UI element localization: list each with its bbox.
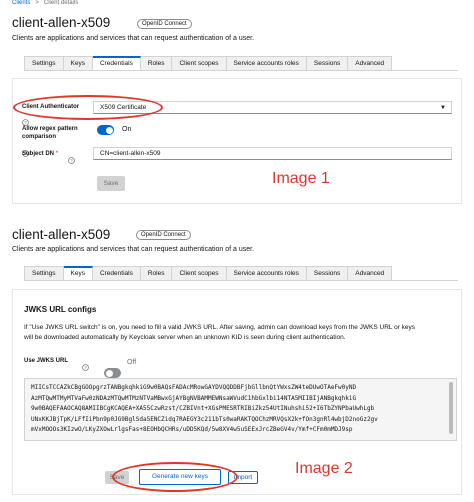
subject-dn-label: Subject DN * <box>22 151 58 157</box>
svg-text:?: ? <box>24 120 27 125</box>
regex-label: Allow regex pattern comparison <box>22 126 78 140</box>
info-line-1: If "Use JWKS URL switch" is on, you need… <box>24 324 416 331</box>
page-description: Clients are applications and services th… <box>12 35 255 42</box>
page-description: Clients are applications and services th… <box>12 246 255 253</box>
annotation-oval-generate <box>112 462 238 492</box>
tab-bar: Settings Keys Credentials Roles Client s… <box>24 266 458 281</box>
breadcrumb-separator: > <box>35 0 39 6</box>
svg-text:?: ? <box>84 365 87 370</box>
section-title: JWKS URL configs <box>24 305 97 314</box>
subject-dn-label-text: Subject DN <box>22 151 55 157</box>
required-mark: * <box>55 151 59 157</box>
subject-dn-input[interactable]: CN=client-allen-x509 <box>93 147 452 160</box>
use-jwks-toggle[interactable] <box>104 368 121 378</box>
textarea-scrollbar[interactable] <box>449 382 453 434</box>
tab-client-scopes[interactable]: Client scopes <box>172 266 227 280</box>
cert-line: UNxKKJBjTpK/LFfIiPbn9p0JG9BglSda5ENCZidq… <box>31 415 378 423</box>
regex-label-line-2: comparison <box>22 134 57 140</box>
svg-text:?: ? <box>70 158 73 163</box>
breadcrumb-current: Client details <box>43 0 79 6</box>
tab-bar: Settings Keys Credentials Roles Client s… <box>24 56 458 71</box>
protocol-badge: OpenID Connect <box>136 230 191 240</box>
help-icon: ? <box>82 358 89 376</box>
tab-settings[interactable]: Settings <box>24 266 64 280</box>
regex-label-line-1: Allow regex pattern <box>22 126 78 132</box>
save-button[interactable]: Save <box>97 176 125 191</box>
tab-roles[interactable]: Roles <box>140 56 173 70</box>
use-jwks-label: Use JWKS URL <box>24 358 69 364</box>
tab-roles[interactable]: Roles <box>140 266 173 280</box>
help-icon: ? <box>68 151 75 169</box>
breadcrumb: Clients > Client details <box>12 0 78 6</box>
tab-credentials[interactable]: Credentials <box>92 56 141 70</box>
cert-line: mVxMOOOs3KIzwO/LKyZXOwLrlgsFas+8EOHbQCHR… <box>31 426 353 433</box>
tab-keys[interactable]: Keys <box>63 56 93 70</box>
jwks-info-text: If "Use JWKS URL switch" is on, you need… <box>24 323 460 343</box>
breadcrumb-clients-link[interactable]: Clients <box>12 0 30 6</box>
regex-toggle[interactable] <box>97 125 114 135</box>
protocol-badge: OpenID Connect <box>137 19 192 29</box>
tab-settings[interactable]: Settings <box>24 56 64 70</box>
certificate-textarea[interactable]: MIICsTCCAZkCBgGOOpgrzTANBgkqhkiG9w0BAQsF… <box>24 378 457 441</box>
toggle-knob <box>105 369 113 377</box>
tab-advanced[interactable]: Advanced <box>348 56 393 70</box>
caret-down-icon: ▼ <box>440 105 446 111</box>
toggle-knob <box>105 126 113 134</box>
cert-line: AzMTQwMTMyMTVaFw0zNDAzMTQwMTMzNTVaMBwxGj… <box>31 394 357 402</box>
annotation-image-2: Image 2 <box>295 460 353 477</box>
info-line-2: will be downloaded automatically by Keyc… <box>24 334 346 341</box>
tab-sessions[interactable]: Sessions <box>306 56 349 70</box>
tab-client-scopes[interactable]: Client scopes <box>172 56 227 70</box>
tab-advanced[interactable]: Advanced <box>348 266 393 280</box>
tab-service-accounts-roles[interactable]: Service accounts roles <box>226 56 307 70</box>
cert-line: 9w0BAQEFAAOCAQ8AMIIBCgKCAQEA+XA55CzwRzst… <box>31 405 375 412</box>
use-jwks-toggle-text: Off <box>127 359 137 366</box>
tab-keys[interactable]: Keys <box>63 266 93 280</box>
cert-line: MIICsTCCAZkCBgGOOpgrzTANBgkqhkiG9w0BAQsF… <box>31 384 357 391</box>
tab-credentials[interactable]: Credentials <box>92 266 141 280</box>
page-title: client-allen-x509 <box>12 15 111 30</box>
annotation-oval-authenticator <box>13 95 163 120</box>
tab-sessions[interactable]: Sessions <box>306 266 349 280</box>
page-title: client-allen-x509 <box>12 227 111 242</box>
annotation-image-1: Image 1 <box>272 170 330 187</box>
tab-service-accounts-roles[interactable]: Service accounts roles <box>226 266 307 280</box>
regex-toggle-text: On <box>122 126 132 133</box>
